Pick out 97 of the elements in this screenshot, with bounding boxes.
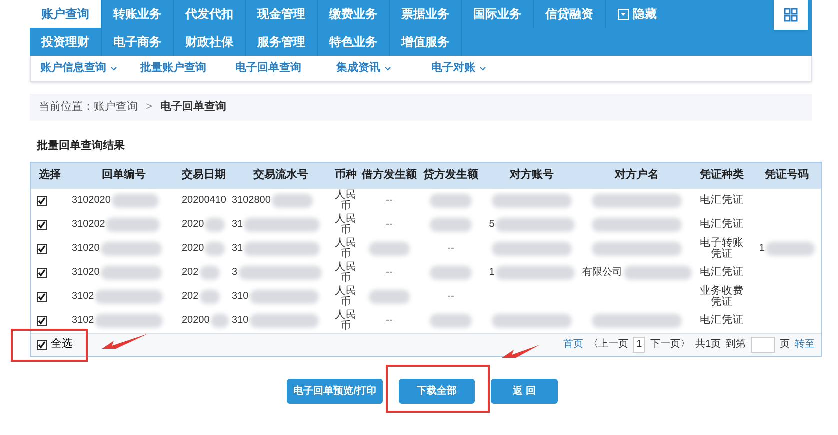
column-header: 贷方发生额 bbox=[424, 168, 478, 184]
table-cell: 5 bbox=[489, 219, 495, 230]
column-header: 选择 bbox=[39, 168, 61, 184]
column-header: 交易流水号 bbox=[254, 168, 308, 184]
table-cell: 2020 bbox=[182, 243, 204, 254]
table-cell: 3 bbox=[232, 267, 238, 278]
table-cell: 人民币 bbox=[335, 310, 357, 332]
nav-tab[interactable]: 电子商务 bbox=[102, 28, 174, 56]
table-cell: 310 bbox=[232, 291, 249, 302]
column-header: 币种 bbox=[335, 168, 357, 184]
table-cell: 202 bbox=[182, 267, 199, 278]
table-cell: 202 bbox=[182, 291, 199, 302]
table-cell-text: 电汇凭证 bbox=[699, 195, 745, 206]
table-cell: 2020 bbox=[182, 219, 204, 230]
table-cell: -- bbox=[448, 291, 454, 302]
action-button[interactable]: 下载全部 bbox=[399, 378, 475, 404]
nav-tab[interactable]: 投资理财 bbox=[30, 28, 102, 56]
row-checkbox[interactable] bbox=[37, 196, 47, 206]
check-icon bbox=[38, 340, 46, 348]
section-title: 批量回单查询结果 bbox=[37, 138, 125, 154]
nav-tab[interactable]: 财政社保 bbox=[174, 28, 246, 56]
table-cell: -- bbox=[386, 267, 393, 278]
submenu-item[interactable]: 批量账户查询 bbox=[126, 60, 221, 77]
table-cell: 1 bbox=[759, 243, 765, 254]
pagination-label: 页 bbox=[780, 338, 790, 352]
table-cell: 人民币 bbox=[335, 214, 357, 236]
check-icon bbox=[38, 316, 46, 324]
submenu-item[interactable]: 电子对账 bbox=[411, 60, 506, 77]
row-checkbox[interactable] bbox=[37, 292, 47, 302]
column-header: 凭证种类 bbox=[700, 168, 744, 184]
column-header: 对方账号 bbox=[510, 168, 554, 184]
pagination-link[interactable]: 转至 bbox=[795, 337, 815, 352]
pagination-link[interactable]: 首页 bbox=[563, 337, 584, 352]
table-cell-text: 电汇凭证 bbox=[699, 315, 745, 326]
table-cell: 人民币 bbox=[335, 238, 357, 260]
table-cell: -- bbox=[386, 219, 393, 230]
nav-tab[interactable]: 账户查询 bbox=[30, 0, 102, 28]
column-header: 交易日期 bbox=[182, 168, 226, 184]
breadcrumb-current: 电子回单查询 bbox=[160, 100, 226, 116]
page-input[interactable]: 1 bbox=[633, 336, 646, 352]
table-cell: 31020 bbox=[72, 243, 100, 254]
table-cell: 有限公司 bbox=[582, 267, 622, 278]
breadcrumb-separator: > bbox=[145, 100, 154, 116]
table-cell: 20200410 bbox=[182, 195, 226, 206]
table-cell: 3102020 bbox=[72, 195, 111, 206]
table-cell-text: 电汇凭证 bbox=[699, 219, 745, 230]
table-cell-text: 业务收费凭证 bbox=[699, 286, 745, 308]
action-button[interactable]: 电子回单预览/打印 bbox=[287, 378, 383, 404]
breadcrumb-path: 当前位置：账户查询 bbox=[39, 100, 138, 116]
collapse-icon bbox=[618, 8, 629, 20]
check-icon bbox=[38, 244, 46, 252]
table-cell: 31020 bbox=[72, 267, 100, 278]
table-cell: 3102800 bbox=[232, 195, 271, 206]
table-cell: 31 bbox=[232, 243, 244, 254]
check-icon bbox=[38, 196, 46, 204]
table-cell-text: 电汇凭证 bbox=[699, 267, 745, 278]
check-icon bbox=[38, 220, 46, 228]
select-all-checkbox[interactable]: 全选 bbox=[37, 336, 73, 353]
row-checkbox[interactable] bbox=[37, 316, 47, 326]
grid-icon bbox=[784, 8, 798, 22]
column-header: 借方发生额 bbox=[362, 168, 417, 184]
table-cell: 人民币 bbox=[335, 286, 357, 308]
column-header: 回单编号 bbox=[102, 168, 146, 184]
submenu-item[interactable]: 集成资讯 bbox=[316, 60, 411, 77]
grid-menu-button[interactable] bbox=[774, 0, 808, 30]
table-cell: 3102 bbox=[72, 315, 94, 326]
column-header: 对方户名 bbox=[615, 168, 659, 184]
table-cell: 3102 bbox=[72, 291, 94, 302]
pagination-label: 共1页 bbox=[695, 338, 721, 352]
pagination-label: 〈上一页 bbox=[588, 338, 628, 352]
row-checkbox[interactable] bbox=[37, 244, 47, 254]
table-cell: 1 bbox=[489, 267, 495, 278]
table-cell: 310202 bbox=[72, 219, 106, 230]
table-cell-text: 电子转账凭证 bbox=[699, 238, 745, 260]
check-icon bbox=[38, 268, 46, 276]
table-cell: 人民币 bbox=[335, 190, 357, 212]
table-cell: -- bbox=[386, 195, 393, 206]
pagination-label: 下一页〉 bbox=[650, 338, 690, 352]
table-cell: 310 bbox=[232, 315, 249, 326]
submenu-item[interactable]: 账户信息查询 bbox=[31, 60, 126, 77]
table-cell: -- bbox=[386, 315, 393, 326]
hide-button[interactable]: 隐藏 bbox=[606, 0, 669, 28]
action-button[interactable]: 返 回 bbox=[491, 378, 558, 404]
table-cell: 人民币 bbox=[335, 262, 357, 284]
page-input[interactable] bbox=[751, 336, 775, 352]
nav-tab[interactable]: 特色业务 bbox=[318, 28, 390, 56]
pagination-label: 到第 bbox=[726, 338, 746, 352]
check-icon bbox=[38, 292, 46, 300]
table-cell: -- bbox=[448, 243, 454, 254]
nav-tab[interactable]: 服务管理 bbox=[246, 28, 318, 56]
table-cell: 31 bbox=[232, 219, 244, 230]
row-checkbox[interactable] bbox=[37, 220, 47, 230]
table-cell: 20200 bbox=[182, 315, 210, 326]
column-header: 凭证号码 bbox=[765, 168, 809, 184]
row-checkbox[interactable] bbox=[37, 268, 47, 278]
nav-tab[interactable]: 增值服务 bbox=[390, 28, 462, 56]
submenu-item[interactable]: 电子回单查询 bbox=[221, 60, 316, 77]
